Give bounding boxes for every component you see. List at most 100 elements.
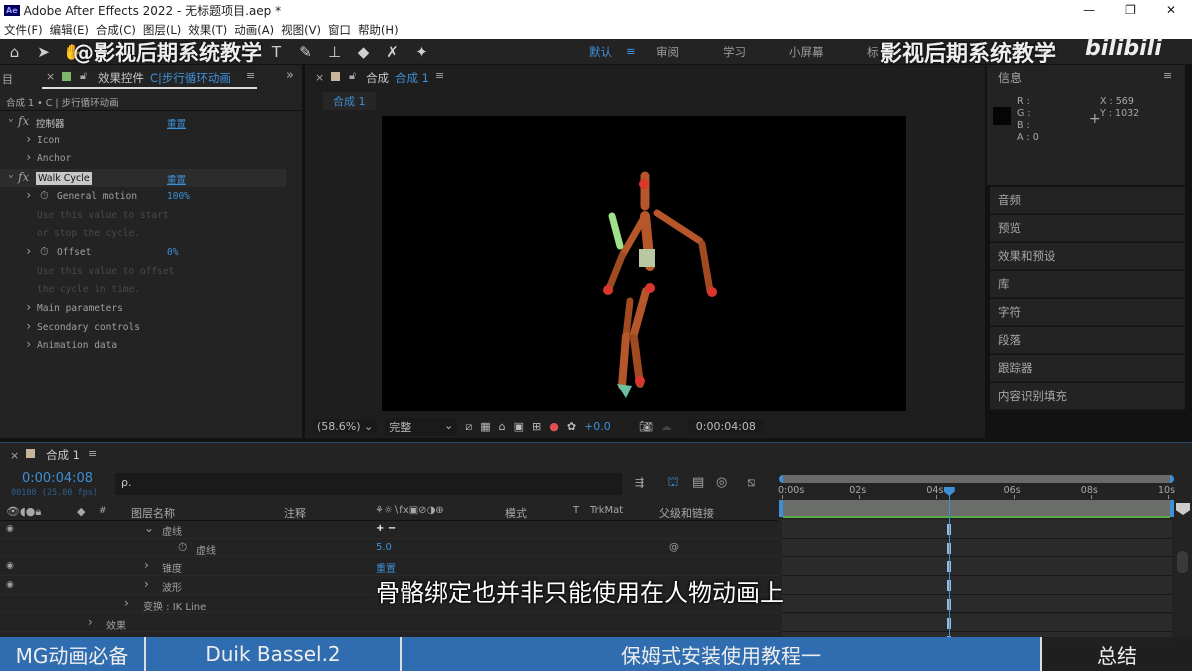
property-value[interactable]: 0% — [167, 247, 178, 258]
side-panel-tab[interactable]: 音频 — [990, 187, 1185, 214]
playhead[interactable] — [943, 487, 955, 647]
chevron-right-icon[interactable]: › — [144, 577, 149, 591]
composition-canvas[interactable] — [382, 116, 906, 411]
menu-animation[interactable]: 动画(A) — [234, 22, 274, 38]
expand-panels-icon[interactable]: » — [286, 68, 294, 83]
draft-3d-icon[interactable]: ⛫ — [667, 475, 679, 492]
timeline-tab[interactable]: 合成 1 — [46, 447, 80, 463]
side-panel-tab[interactable]: 跟踪器 — [990, 355, 1185, 382]
effect-row[interactable]: Use this value to offset — [0, 263, 286, 281]
timeline-row[interactable]: ⏱︎ 虚线 5.0 @ — [0, 539, 778, 558]
close-tab-icon[interactable]: × — [315, 71, 324, 84]
stopwatch-icon[interactable]: ⏱︎ — [40, 189, 49, 203]
col-trkmat[interactable]: TrkMat — [590, 505, 623, 516]
panel-menu-icon[interactable]: ≡ — [88, 447, 97, 460]
work-area-bar[interactable] — [779, 500, 1174, 517]
effect-row[interactable]: › Icon — [0, 132, 286, 150]
chevron-right-icon[interactable]: › — [25, 188, 32, 202]
workspace-review[interactable]: 审阅 — [656, 44, 679, 60]
menu-composition[interactable]: 合成(C) — [96, 22, 136, 38]
side-panel-tab[interactable]: 预览 — [990, 215, 1185, 242]
menu-layer[interactable]: 图层(L) — [143, 22, 181, 38]
current-time[interactable]: 0:00:04:08 — [22, 471, 93, 486]
chevron-right-icon[interactable]: › — [124, 596, 129, 610]
reset-link[interactable]: 重置 — [167, 116, 186, 130]
fx-icon[interactable]: fx — [18, 114, 29, 128]
clone-stamp-icon[interactable]: ⊥ — [320, 43, 349, 61]
chevron-down-icon[interactable]: ⌄ — [144, 521, 154, 535]
effect-row[interactable]: Use this value to start — [0, 207, 286, 225]
close-button[interactable]: ✕ — [1166, 3, 1176, 17]
effect-row[interactable]: the cycle in time. — [0, 281, 286, 299]
effect-row[interactable]: › Main parameters — [0, 300, 286, 318]
comp-sub-tab[interactable]: 合成 1 — [323, 92, 376, 110]
fast-previews-icon[interactable]: ⧄ — [465, 420, 472, 434]
chevron-right-icon[interactable]: › — [25, 244, 32, 258]
av-switches-icons[interactable]: 👁︎◖●🔒︎ — [6, 505, 41, 519]
roto-brush-icon[interactable]: ✗ — [378, 43, 407, 61]
effect-row[interactable]: › Anchor — [0, 150, 286, 168]
close-tab-icon[interactable]: × — [46, 70, 55, 83]
stopwatch-icon[interactable]: ⏱︎ — [178, 540, 187, 555]
workspace-small-screen[interactable]: 小屏幕 — [789, 44, 824, 60]
region-of-interest-icon[interactable]: ▣ — [514, 420, 524, 433]
track-row[interactable] — [782, 594, 1172, 614]
composition-tab[interactable]: 合成 — [366, 70, 389, 86]
effect-row[interactable]: ⌄ fx 控制器 重置 — [0, 113, 286, 131]
mask-path-icon[interactable]: ⌂ — [499, 420, 506, 433]
property-value[interactable]: 5.0 — [376, 542, 392, 553]
selection-tool-icon[interactable]: ➤ — [29, 43, 58, 61]
effect-row[interactable]: › Secondary controls — [0, 319, 286, 337]
panel-menu-icon[interactable]: ≡ — [246, 69, 255, 82]
chevron-right-icon[interactable]: › — [25, 150, 32, 164]
menu-window[interactable]: 窗口 — [328, 22, 351, 38]
show-snapshot-icon[interactable]: ☁ — [661, 420, 672, 433]
menu-effect[interactable]: 效果(T) — [188, 22, 227, 38]
effect-controls-tab[interactable]: 效果控件 — [98, 70, 144, 86]
effect-row[interactable]: or stop the cycle. — [0, 225, 286, 243]
exposure-value[interactable]: +0.0 — [584, 420, 611, 433]
visibility-eye-icon[interactable]: ◉ — [6, 561, 14, 571]
composition-flowchart-icon[interactable]: ⇶ — [635, 476, 644, 489]
chevron-right-icon[interactable]: › — [25, 132, 32, 146]
home-icon[interactable]: ⌂ — [0, 43, 29, 61]
menu-edit[interactable]: 编辑(E) — [50, 22, 89, 38]
chevron-right-icon[interactable]: › — [144, 558, 149, 572]
pick-whip-icon[interactable]: @ — [669, 542, 679, 553]
reset-link[interactable]: 重置 — [167, 172, 186, 186]
maximize-button[interactable]: ❐ — [1125, 3, 1136, 17]
menu-help[interactable]: 帮助(H) — [358, 22, 399, 38]
chevron-right-icon[interactable]: › — [25, 337, 32, 351]
timeline-scrollbar[interactable] — [1177, 551, 1188, 573]
comp-timecode[interactable]: 0:00:04:08 — [687, 419, 764, 434]
project-tab-stub[interactable]: 目 — [2, 71, 13, 87]
property-value[interactable]: + − — [376, 523, 396, 534]
track-row[interactable] — [782, 613, 1172, 632]
visibility-eye-icon[interactable]: ◉ — [6, 580, 14, 590]
effect-row[interactable]: › ⏱︎ Offset 0% — [0, 244, 286, 262]
side-panel-tab[interactable]: 内容识别填充 — [990, 383, 1185, 410]
side-panel-tab[interactable]: 库 — [990, 271, 1185, 298]
zoom-select[interactable]: (58.6%) ⌄ — [313, 419, 378, 434]
fx-icon[interactable]: fx — [18, 170, 29, 184]
exposure-reset-icon[interactable]: ✿ — [567, 420, 576, 433]
col-comment[interactable]: 注释 — [284, 505, 306, 521]
timeline-row[interactable]: › 效果 — [0, 614, 778, 632]
type-tool-icon[interactable]: T — [262, 43, 291, 61]
workspace-learn[interactable]: 学习 — [723, 44, 746, 60]
time-ruler[interactable]: 0:00s 02s 04s 06s 08s 10s — [778, 485, 1175, 499]
workspace-default[interactable]: 默认 — [589, 44, 612, 60]
panel-menu-icon[interactable]: ≡ — [1163, 69, 1172, 82]
stopwatch-icon[interactable]: ⏱︎ — [40, 245, 49, 259]
effect-row[interactable]: › Animation data — [0, 337, 286, 355]
motion-blur-icon[interactable]: ◎ — [716, 475, 727, 490]
col-parent[interactable]: 父级和链接 — [659, 505, 714, 521]
chevron-right-icon[interactable]: › — [25, 319, 32, 333]
chevron-down-icon[interactable]: ⌄ — [8, 113, 14, 124]
workspace-menu-icon[interactable]: ≡ — [626, 44, 636, 58]
lock-icon[interactable]: 🔓︎ — [349, 69, 356, 83]
graph-editor-icon[interactable]: ⧅ — [747, 475, 755, 490]
resolution-select[interactable]: 完整 ⌄ — [385, 417, 458, 436]
visibility-eye-icon[interactable]: ◉ — [6, 524, 14, 534]
transparency-grid-icon[interactable]: ▦ — [480, 420, 490, 433]
